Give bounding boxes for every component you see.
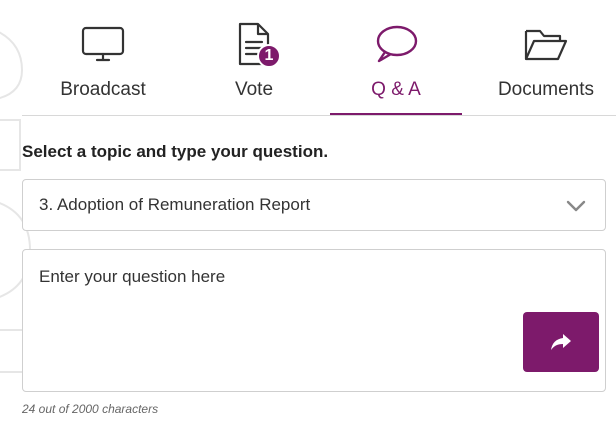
tab-broadcast[interactable]: Broadcast xyxy=(37,0,169,116)
speech-bubble-icon xyxy=(373,22,419,66)
topic-select-value: 3. Adoption of Remuneration Report xyxy=(39,195,311,214)
tab-documents[interactable]: Documents xyxy=(480,0,612,116)
share-arrow-icon xyxy=(551,334,571,350)
monitor-icon xyxy=(80,22,126,66)
tab-qa[interactable]: Q & A xyxy=(330,0,462,116)
character-count: 24 out of 2000 characters xyxy=(22,402,159,416)
tab-divider xyxy=(22,115,616,116)
topic-select[interactable]: 3. Adoption of Remuneration Report xyxy=(22,179,606,231)
tab-bar: Broadcast 1 Vote Q & A Documents xyxy=(24,0,616,116)
chevron-down-icon xyxy=(566,200,586,212)
question-placeholder: Enter your question here xyxy=(39,267,226,286)
send-button[interactable] xyxy=(523,312,599,372)
vote-count-badge: 1 xyxy=(257,44,281,68)
tab-vote-label: Vote xyxy=(234,79,274,100)
tab-vote[interactable]: 1 Vote xyxy=(188,0,320,116)
question-input[interactable]: Enter your question here xyxy=(22,249,606,392)
folder-icon xyxy=(523,22,569,66)
tab-broadcast-label: Broadcast xyxy=(60,79,146,100)
tab-documents-label: Documents xyxy=(497,79,595,100)
tab-qa-label: Q & A xyxy=(371,79,421,100)
document-icon: 1 xyxy=(231,22,281,68)
form-prompt: Select a topic and type your question. xyxy=(22,142,329,161)
